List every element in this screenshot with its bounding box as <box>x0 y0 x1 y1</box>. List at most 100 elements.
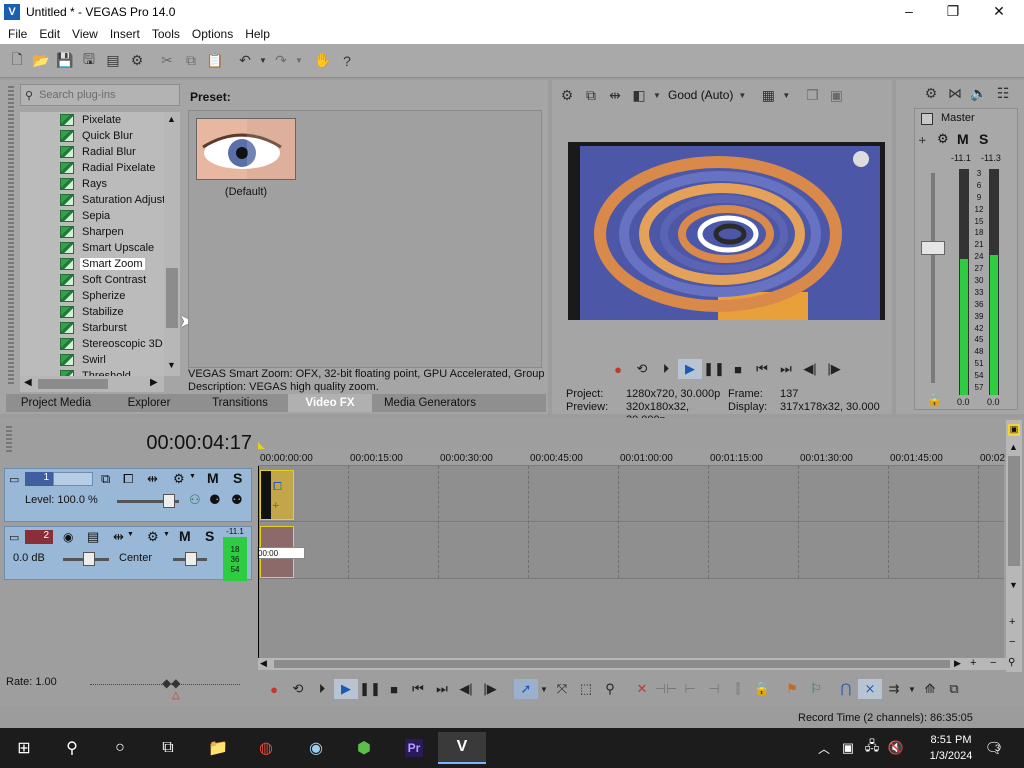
trim-icon[interactable]: ⊣⊢ <box>654 679 678 699</box>
marker-flag-icon[interactable]: ◣ <box>258 440 265 451</box>
scroll-thumb[interactable] <box>166 268 178 328</box>
loop-icon[interactable]: ⟲ <box>286 679 310 699</box>
plugin-item[interactable]: Sepia <box>20 208 164 224</box>
new-project-icon[interactable]: 🗋 <box>6 50 28 72</box>
envelope-edit-tool-icon[interactable]: ⤧ <box>550 679 574 699</box>
insert-marker-icon[interactable]: ⚑ <box>780 679 804 699</box>
plugin-item[interactable]: Saturation Adjust <box>20 192 164 208</box>
snapping-icon[interactable]: ⋂ <box>834 679 858 699</box>
green-app-icon[interactable]: ⬢ <box>340 732 388 764</box>
plugin-item[interactable]: Smart Upscale <box>20 240 164 256</box>
ripple-edit-icon[interactable]: ⇉ <box>882 679 906 699</box>
playhead[interactable] <box>258 466 259 658</box>
timeline-vertical-scrollbar[interactable]: ▣ ▲ ▼ + − <box>1006 420 1022 672</box>
loop-playback-icon[interactable]: ⟲ <box>630 359 654 379</box>
save-snapshot-icon[interactable]: ▣ <box>825 84 847 106</box>
rate-reset-icon[interactable]: △ <box>172 690 180 701</box>
go-to-start-icon[interactable]: ⏮ <box>750 359 774 379</box>
chrome-icon[interactable]: ◍ <box>242 732 290 764</box>
track-motion-icon[interactable]: ⧉ <box>101 471 110 487</box>
previous-frame-icon[interactable]: ◀| <box>798 359 822 379</box>
audio-track-header[interactable]: ▭ 2 ◉ ▤ ⇹ ▼ ⚙ ▼ M S 0.0 dB Center -11.1 … <box>4 526 252 581</box>
plugin-item[interactable]: Radial Blur <box>20 144 164 160</box>
video-event[interactable]: ⧠ ⧾ <box>260 470 294 520</box>
vegas-taskbar-icon[interactable]: V <box>438 732 486 764</box>
hscroll-right-icon[interactable]: ▶ <box>954 658 961 669</box>
save-as-icon[interactable]: 🖫 <box>78 50 100 72</box>
timeline-horizontal-scrollbar[interactable]: ◀ ▶ + − ⚲ <box>258 657 1022 670</box>
insert-region-icon[interactable]: ⚐ <box>804 679 828 699</box>
browser-app-icon[interactable]: ◉ <box>292 732 340 764</box>
go-to-end-icon[interactable]: ⏭ <box>774 359 798 379</box>
whats-this-help-icon[interactable]: ? <box>336 50 358 72</box>
lock-envelopes-icon[interactable]: ⟰ <box>918 679 942 699</box>
copy-snapshot-icon[interactable]: ❐ <box>801 84 823 106</box>
timeline-hscroll-thumb[interactable] <box>274 660 950 668</box>
compositing-mode-icon[interactable]: ⇹ <box>147 471 158 487</box>
preview-quality-select[interactable]: Good (Auto) <box>668 88 733 102</box>
properties-icon[interactable]: ⚙ <box>126 50 148 72</box>
timeline-gripper[interactable] <box>6 426 12 452</box>
premiere-pro-icon[interactable]: Pr <box>390 732 438 764</box>
external-monitor-icon[interactable]: ⧉ <box>580 84 602 106</box>
plugin-item[interactable]: Rays <box>20 176 164 192</box>
level-slider-thumb[interactable] <box>163 494 175 508</box>
show-hidden-icons-icon[interactable]: ︿ <box>812 732 836 764</box>
lock-icon[interactable]: 🔒 <box>927 393 942 407</box>
audio-solo-button[interactable]: S <box>205 528 214 544</box>
menu-help[interactable]: Help <box>239 27 276 41</box>
track-solo-button[interactable]: S <box>233 470 242 486</box>
zoom-edit-tool-icon[interactable]: ⚲ <box>598 679 622 699</box>
plugin-item[interactable]: Threshold <box>20 368 164 376</box>
play-from-start-icon[interactable]: ⏵ <box>654 359 678 379</box>
overlays-dropdown-icon[interactable]: ▼ <box>652 84 662 106</box>
track-fx-icon[interactable]: ⧠ <box>123 471 133 487</box>
master-properties-icon[interactable]: ⚙ <box>937 131 949 147</box>
next-frame-icon[interactable]: |▶ <box>822 359 846 379</box>
plugin-item[interactable]: Soft Contrast <box>20 272 164 288</box>
trim-end-icon[interactable]: ⊣ <box>702 679 726 699</box>
plugin-item[interactable]: Swirl <box>20 352 164 368</box>
plugin-item[interactable]: Quick Blur <box>20 128 164 144</box>
time-ruler[interactable]: 00:00:00:00 00:00:15:00 00:00:30:00 00:0… <box>258 448 1005 466</box>
timeline-pause-icon[interactable]: ❚❚ <box>358 679 382 699</box>
minimize-audio-track-icon[interactable]: ▭ <box>9 531 19 544</box>
ignore-grouping-icon[interactable]: ⧉ <box>942 679 966 699</box>
audio-track-lane[interactable] <box>258 523 1004 579</box>
video-track-header[interactable]: ▭ 1 ⧉ ⧠ ⇹ ⚙ ▼ M S Level: 100.0 % ⚇ ⚈ ⚉ <box>4 468 252 522</box>
menu-options[interactable]: Options <box>186 27 239 41</box>
edit-tool-dropdown-icon[interactable]: ▼ <box>538 679 550 699</box>
auto-crossfade-icon[interactable]: ⨯ <box>858 679 882 699</box>
preview-properties-icon[interactable]: ⚙ <box>556 84 578 106</box>
undo-icon[interactable]: ↶ <box>234 50 256 72</box>
plugin-item[interactable]: Sharpen <box>20 224 164 240</box>
open-icon[interactable]: 📂 <box>30 50 52 72</box>
zoom-in-vertical-icon[interactable]: + <box>1009 616 1015 628</box>
cortana-icon[interactable]: ○ <box>96 732 144 764</box>
tab-media-generators[interactable]: Media Generators <box>372 394 488 412</box>
master-mute-button[interactable]: M <box>957 131 969 147</box>
plugin-list-horizontal-scrollbar[interactable]: ◀ ▶ <box>20 376 164 392</box>
scroll-up-icon[interactable]: ▲ <box>167 114 176 124</box>
scroll-down-icon[interactable]: ▼ <box>167 360 176 370</box>
track-mute-button[interactable]: M <box>207 470 219 486</box>
plugin-item[interactable]: Radial Pixelate <box>20 160 164 176</box>
mixer-settings-icon[interactable]: ☷ <box>992 82 1014 104</box>
record-icon[interactable]: ● <box>606 359 630 379</box>
parent-motion-icon[interactable]: ⚉ <box>231 492 243 508</box>
plugin-item[interactable]: Pixelate <box>20 112 164 128</box>
pause-icon[interactable]: ❚❚ <box>702 359 726 379</box>
zoom-out-horizontal-icon[interactable]: − <box>990 657 996 669</box>
rate-slider-thumb[interactable]: ◆◆ <box>162 676 180 690</box>
track-name-field[interactable] <box>53 472 93 486</box>
selection-edit-tool-icon[interactable]: ⬚ <box>574 679 598 699</box>
delete-icon[interactable]: ✕ <box>630 679 654 699</box>
plugin-list-vertical-scrollbar[interactable]: ▲ ▼ <box>164 112 180 376</box>
plugin-item[interactable]: Stabilize <box>20 304 164 320</box>
volume-slider-thumb[interactable] <box>83 552 95 566</box>
menu-tools[interactable]: Tools <box>146 27 186 41</box>
render-icon[interactable]: ▤ <box>102 50 124 72</box>
split-icon[interactable]: ⫿ <box>726 679 750 699</box>
video-track-lane[interactable] <box>258 466 1004 522</box>
play-from-start-button-icon[interactable]: ⏵ <box>310 679 334 699</box>
